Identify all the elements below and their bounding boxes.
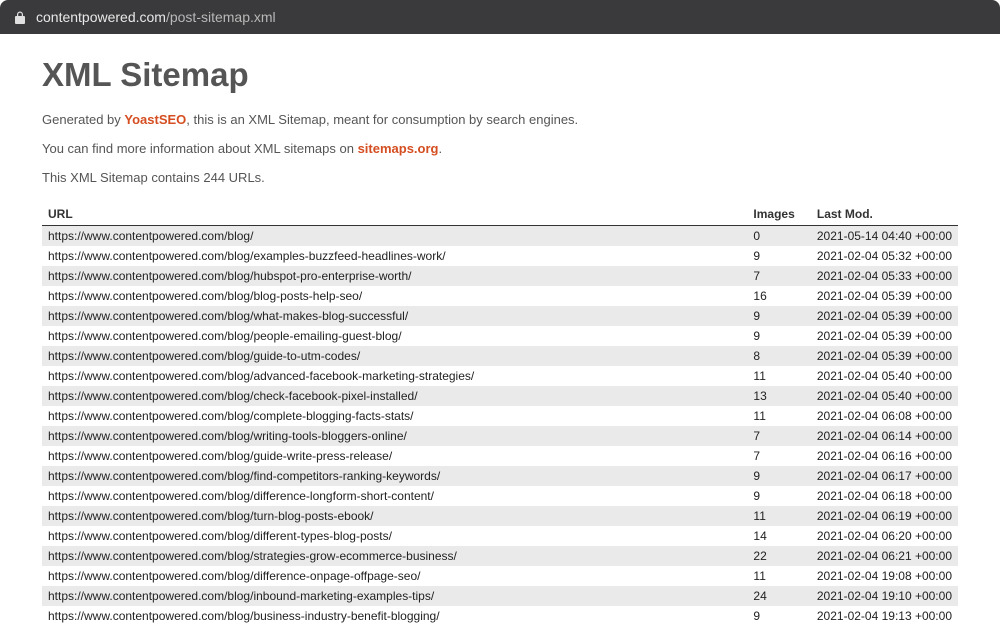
- cell-lastmod: 2021-02-04 05:39 +00:00: [811, 346, 958, 366]
- table-row: https://www.contentpowered.com/blog/chec…: [42, 386, 958, 406]
- cell-url[interactable]: https://www.contentpowered.com/blog/chec…: [42, 386, 747, 406]
- cell-images: 11: [747, 406, 810, 426]
- cell-images: 24: [747, 586, 810, 606]
- table-row: https://www.contentpowered.com/blog/stra…: [42, 546, 958, 566]
- cell-images: 0: [747, 226, 810, 247]
- page-title: XML Sitemap: [42, 56, 958, 94]
- address-text: contentpowered.com/post-sitemap.xml: [36, 9, 276, 25]
- table-row: https://www.contentpowered.com/blog/blog…: [42, 286, 958, 306]
- table-row: https://www.contentpowered.com/blog/what…: [42, 306, 958, 326]
- cell-url[interactable]: https://www.contentpowered.com/blog/diff…: [42, 486, 747, 506]
- cell-url[interactable]: https://www.contentpowered.com/blog/: [42, 226, 747, 247]
- cell-lastmod: 2021-02-04 06:17 +00:00: [811, 466, 958, 486]
- cell-images: 9: [747, 466, 810, 486]
- table-row: https://www.contentpowered.com/blog/guid…: [42, 446, 958, 466]
- table-row: https://www.contentpowered.com/blog/exam…: [42, 246, 958, 266]
- yoastseo-link[interactable]: YoastSEO: [124, 112, 186, 127]
- table-row: https://www.contentpowered.com/blog/peop…: [42, 326, 958, 346]
- table-row: https://www.contentpowered.com/blog/diff…: [42, 526, 958, 546]
- cell-images: 9: [747, 246, 810, 266]
- cell-lastmod: 2021-02-04 19:13 +00:00: [811, 606, 958, 626]
- cell-lastmod: 2021-02-04 06:21 +00:00: [811, 546, 958, 566]
- cell-images: 8: [747, 346, 810, 366]
- page-content: XML Sitemap Generated by YoastSEO, this …: [0, 34, 1000, 626]
- cell-url[interactable]: https://www.contentpowered.com/blog/busi…: [42, 606, 747, 626]
- cell-url[interactable]: https://www.contentpowered.com/blog/diff…: [42, 526, 747, 546]
- cell-images: 11: [747, 566, 810, 586]
- cell-lastmod: 2021-02-04 06:19 +00:00: [811, 506, 958, 526]
- cell-lastmod: 2021-02-04 19:10 +00:00: [811, 586, 958, 606]
- address-path: /post-sitemap.xml: [166, 9, 276, 25]
- cell-images: 11: [747, 506, 810, 526]
- cell-url[interactable]: https://www.contentpowered.com/blog/find…: [42, 466, 747, 486]
- cell-url[interactable]: https://www.contentpowered.com/blog/diff…: [42, 566, 747, 586]
- cell-url[interactable]: https://www.contentpowered.com/blog/guid…: [42, 446, 747, 466]
- table-row: https://www.contentpowered.com/blog/find…: [42, 466, 958, 486]
- header-url: URL: [42, 203, 747, 226]
- cell-lastmod: 2021-02-04 05:33 +00:00: [811, 266, 958, 286]
- table-row: https://www.contentpowered.com/blog/hubs…: [42, 266, 958, 286]
- sitemap-table: URL Images Last Mod. https://www.content…: [42, 203, 958, 626]
- cell-url[interactable]: https://www.contentpowered.com/blog/blog…: [42, 286, 747, 306]
- table-row: https://www.contentpowered.com/blog/guid…: [42, 346, 958, 366]
- cell-lastmod: 2021-02-04 05:40 +00:00: [811, 366, 958, 386]
- cell-url[interactable]: https://www.contentpowered.com/blog/what…: [42, 306, 747, 326]
- cell-images: 22: [747, 546, 810, 566]
- header-lastmod: Last Mod.: [811, 203, 958, 226]
- cell-lastmod: 2021-02-04 05:39 +00:00: [811, 326, 958, 346]
- cell-url[interactable]: https://www.contentpowered.com/blog/exam…: [42, 246, 747, 266]
- cell-url[interactable]: https://www.contentpowered.com/blog/turn…: [42, 506, 747, 526]
- cell-lastmod: 2021-02-04 06:16 +00:00: [811, 446, 958, 466]
- cell-images: 7: [747, 266, 810, 286]
- cell-images: 9: [747, 306, 810, 326]
- cell-images: 7: [747, 446, 810, 466]
- cell-images: 11: [747, 366, 810, 386]
- address-domain: contentpowered.com: [36, 9, 166, 25]
- generated-by-text: Generated by YoastSEO, this is an XML Si…: [42, 112, 958, 127]
- table-row: https://www.contentpowered.com/blog/diff…: [42, 566, 958, 586]
- lock-icon: [14, 11, 26, 23]
- table-row: https://www.contentpowered.com/blog/inbo…: [42, 586, 958, 606]
- table-row: https://www.contentpowered.com/blog/writ…: [42, 426, 958, 446]
- cell-lastmod: 2021-02-04 06:18 +00:00: [811, 486, 958, 506]
- table-row: https://www.contentpowered.com/blog/diff…: [42, 486, 958, 506]
- cell-lastmod: 2021-02-04 06:08 +00:00: [811, 406, 958, 426]
- cell-images: 9: [747, 606, 810, 626]
- cell-lastmod: 2021-02-04 05:39 +00:00: [811, 306, 958, 326]
- cell-url[interactable]: https://www.contentpowered.com/blog/adva…: [42, 366, 747, 386]
- cell-images: 13: [747, 386, 810, 406]
- sitemaps-org-link[interactable]: sitemaps.org: [358, 141, 439, 156]
- browser-address-bar[interactable]: contentpowered.com/post-sitemap.xml: [0, 0, 1000, 34]
- cell-url[interactable]: https://www.contentpowered.com/blog/inbo…: [42, 586, 747, 606]
- cell-images: 9: [747, 326, 810, 346]
- cell-url[interactable]: https://www.contentpowered.com/blog/hubs…: [42, 266, 747, 286]
- cell-lastmod: 2021-02-04 06:14 +00:00: [811, 426, 958, 446]
- table-header-row: URL Images Last Mod.: [42, 203, 958, 226]
- cell-images: 16: [747, 286, 810, 306]
- table-row: https://www.contentpowered.com/blog/0202…: [42, 226, 958, 247]
- table-row: https://www.contentpowered.com/blog/comp…: [42, 406, 958, 426]
- cell-lastmod: 2021-02-04 19:08 +00:00: [811, 566, 958, 586]
- header-images: Images: [747, 203, 810, 226]
- more-info-text: You can find more information about XML …: [42, 141, 958, 156]
- cell-url[interactable]: https://www.contentpowered.com/blog/comp…: [42, 406, 747, 426]
- table-row: https://www.contentpowered.com/blog/busi…: [42, 606, 958, 626]
- table-row: https://www.contentpowered.com/blog/adva…: [42, 366, 958, 386]
- cell-url[interactable]: https://www.contentpowered.com/blog/writ…: [42, 426, 747, 446]
- cell-images: 14: [747, 526, 810, 546]
- cell-url[interactable]: https://www.contentpowered.com/blog/guid…: [42, 346, 747, 366]
- cell-url[interactable]: https://www.contentpowered.com/blog/stra…: [42, 546, 747, 566]
- cell-lastmod: 2021-05-14 04:40 +00:00: [811, 226, 958, 247]
- cell-lastmod: 2021-02-04 05:32 +00:00: [811, 246, 958, 266]
- url-count-text: This XML Sitemap contains 244 URLs.: [42, 170, 958, 185]
- cell-lastmod: 2021-02-04 05:40 +00:00: [811, 386, 958, 406]
- cell-images: 7: [747, 426, 810, 446]
- cell-lastmod: 2021-02-04 05:39 +00:00: [811, 286, 958, 306]
- cell-lastmod: 2021-02-04 06:20 +00:00: [811, 526, 958, 546]
- cell-url[interactable]: https://www.contentpowered.com/blog/peop…: [42, 326, 747, 346]
- table-row: https://www.contentpowered.com/blog/turn…: [42, 506, 958, 526]
- cell-images: 9: [747, 486, 810, 506]
